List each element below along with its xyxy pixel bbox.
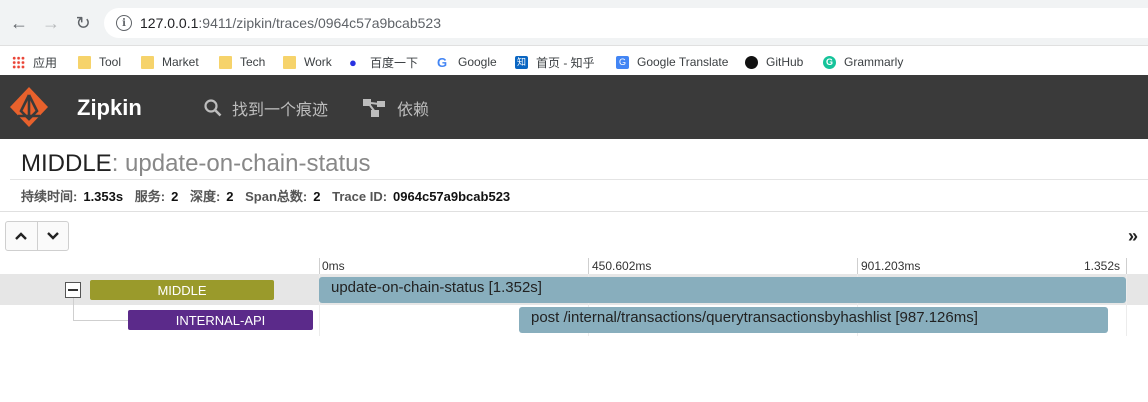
bookmark-grammarly[interactable]: G Grammarly — [823, 53, 903, 71]
trace-summary: 持续时间: 1.353s 服务: 2 深度: 2 Span总数: 2 Trace ID:… — [21, 189, 511, 204]
duration-value: 1.353s — [83, 189, 124, 204]
github-icon — [745, 55, 758, 69]
bookmark-google[interactable]: G Google — [437, 53, 497, 71]
apps-grid-icon — [12, 55, 25, 69]
trace-root-span-name: : update-on-chain-status — [111, 150, 371, 177]
baidu-paw-icon: ● — [349, 54, 357, 70]
url-text[interactable]: 127.0.0.1:9411/zipkin/traces/0964c57a9bc… — [140, 15, 441, 31]
chevron-down-icon — [47, 232, 59, 240]
tree-connector — [73, 320, 128, 321]
google-g-icon: G — [437, 54, 448, 70]
divider — [10, 179, 1148, 180]
expand-all-button[interactable] — [6, 222, 37, 250]
reload-icon[interactable]: ↻ — [72, 12, 94, 34]
browser-toolbar: ← → ↻ i 127.0.0.1:9411/zipkin/traces/096… — [0, 0, 1148, 46]
service-badge-internal-api[interactable]: INTERNAL-API — [128, 310, 313, 330]
google-translate-icon: G — [616, 55, 629, 69]
collapse-span-toggle[interactable] — [65, 282, 81, 298]
folder-icon — [283, 55, 296, 69]
site-info-icon[interactable]: i — [116, 15, 132, 31]
trace-root-service: MIDDLE — [21, 150, 112, 177]
collapse-all-button[interactable] — [36, 222, 68, 250]
bookmark-tech[interactable]: Tech — [219, 53, 265, 71]
bookmark-work[interactable]: Work — [283, 53, 332, 71]
bookmark-apps[interactable]: 应用 — [12, 53, 57, 71]
zipkin-navbar: Zipkin 找到一个痕迹 依赖 — [0, 75, 1148, 139]
trace-id-value: 0964c57a9bcab523 — [393, 189, 511, 204]
bookmark-market[interactable]: Market — [141, 53, 199, 71]
service-badge-middle[interactable]: MIDDLE — [90, 280, 274, 300]
span-bar[interactable]: update-on-chain-status [1.352s] — [319, 277, 1126, 303]
tick-label: 1.352s — [1084, 259, 1121, 273]
bookmark-tool[interactable]: Tool — [78, 53, 121, 71]
back-arrow-icon[interactable]: ← — [8, 12, 30, 34]
search-icon — [204, 99, 222, 117]
bookmark-baidu[interactable]: ● 百度一下 — [349, 53, 418, 71]
bookmark-google-translate[interactable]: G Google Translate — [616, 53, 728, 71]
zipkin-logo-icon[interactable] — [9, 86, 49, 128]
collapse-right-button[interactable]: » — [1127, 226, 1138, 247]
folder-icon — [141, 55, 154, 69]
folder-icon — [219, 55, 232, 69]
folder-icon — [78, 55, 91, 69]
bookmark-zhihu[interactable]: 知 首页 - 知乎 — [515, 53, 595, 71]
depth-value: 2 — [226, 189, 234, 204]
nav-dependencies[interactable]: 依赖 — [363, 96, 429, 120]
tick-label: 901.203ms — [861, 259, 921, 273]
dependency-graph-icon — [363, 99, 385, 117]
span-count-value: 2 — [313, 189, 321, 204]
nav-find-trace[interactable]: 找到一个痕迹 — [204, 96, 328, 120]
span-bar[interactable]: post /internal/transactions/querytransac… — [519, 307, 1108, 333]
divider — [0, 211, 1148, 212]
zipkin-brand[interactable]: Zipkin — [77, 95, 142, 121]
grid-line — [1126, 274, 1127, 336]
bookmarks-bar: 应用 Tool Market Tech Work ● 百度一下 G Google… — [0, 46, 1148, 76]
tree-connector — [73, 298, 74, 320]
tick-label: 450.602ms — [592, 259, 652, 273]
address-bar[interactable]: i 127.0.0.1:9411/zipkin/traces/0964c57a9… — [104, 8, 1148, 38]
chevron-up-icon — [15, 232, 28, 240]
expand-collapse-group — [5, 221, 69, 251]
zhihu-icon: 知 — [515, 55, 528, 69]
grammarly-icon: G — [823, 55, 836, 69]
services-value: 2 — [171, 189, 179, 204]
bookmark-github[interactable]: GitHub — [745, 53, 803, 71]
forward-arrow-icon[interactable]: → — [40, 12, 62, 34]
tick-label: 0ms — [322, 259, 345, 273]
double-chevron-right-icon: » — [1127, 226, 1138, 246]
trace-title: MIDDLE: update-on-chain-status — [21, 150, 371, 178]
